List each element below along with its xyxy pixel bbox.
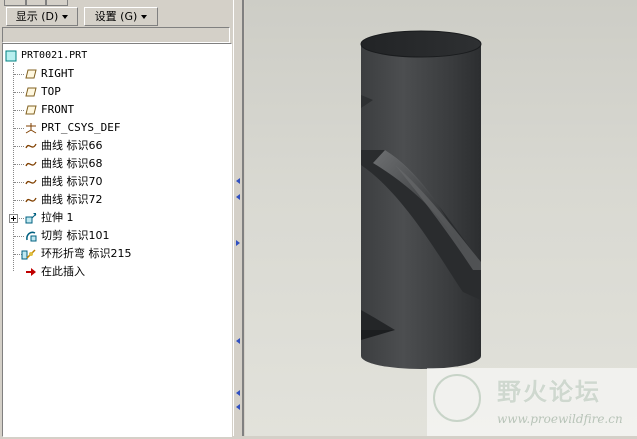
tree-item-label: 环形折弯 标识215 [41, 247, 132, 260]
tree-item-label: 曲线 标识66 [41, 139, 103, 152]
watermark: 野火论坛 www.proewildfire.cn [427, 368, 637, 436]
model-tree-toolbar: 显示 (D) 设置 (G) [0, 6, 233, 26]
curve-icon [25, 161, 37, 167]
datum-plane-icon [25, 87, 37, 97]
watermark-title: 野火论坛 [497, 378, 601, 406]
model-tree-panel: 显示 (D) 设置 (G) PRT0021.PRT RIGHT TOP FRON… [0, 0, 233, 437]
chevron-down-icon [62, 15, 69, 19]
forum-logo-icon [433, 374, 481, 422]
show-menu-label: 显示 (D) [15, 10, 59, 23]
show-menu-button[interactable]: 显示 (D) [6, 7, 78, 26]
collapse-left-arrow-icon[interactable] [236, 194, 240, 200]
tree-item-label: 曲线 标识68 [41, 157, 103, 170]
curve-icon [25, 179, 37, 185]
tree-filter-field[interactable] [2, 27, 230, 43]
part-icon [5, 50, 17, 62]
tree-item-label: RIGHT [41, 67, 75, 80]
watermark-url: www.proewildfire.cn [497, 412, 623, 426]
model-tree: PRT0021.PRT RIGHT TOP FRONT PRT_CSYS_DEF… [2, 43, 232, 437]
collapse-left-arrow-icon[interactable] [236, 338, 240, 344]
tree-item-label: PRT_CSYS_DEF [41, 121, 121, 134]
datum-plane-icon [25, 105, 37, 115]
toroidal-bend-icon [21, 249, 36, 260]
collapse-left-arrow-icon[interactable] [236, 390, 240, 396]
settings-menu-label: 设置 (G) [94, 10, 138, 23]
insert-here-arrow-icon [26, 268, 36, 276]
extrude-icon [25, 213, 37, 224]
expand-toggle[interactable] [9, 214, 18, 223]
chevron-down-icon [141, 15, 148, 19]
tree-item-label: 在此插入 [41, 265, 85, 278]
expand-right-arrow-icon[interactable] [236, 240, 240, 246]
tree-item-label: 拉伸 1 [41, 211, 74, 224]
tree-item-label: FRONT [41, 103, 75, 116]
datum-plane-icon [25, 69, 37, 79]
tree-root-label: PRT0021.PRT [21, 50, 88, 61]
tree-connector [13, 63, 14, 271]
coordinate-system-icon [25, 123, 37, 134]
tree-item-label: TOP [41, 85, 61, 98]
settings-menu-button[interactable]: 设置 (G) [84, 7, 158, 26]
cut-icon [26, 231, 37, 242]
tree-item-label: 曲线 标识70 [41, 175, 103, 188]
panel-sash[interactable] [233, 0, 245, 436]
tree-item-label: 切剪 标识101 [41, 229, 110, 242]
collapse-left-arrow-icon[interactable] [236, 178, 240, 184]
collapse-left-arrow-icon[interactable] [236, 404, 240, 410]
curve-icon [25, 143, 37, 149]
tree-item-label: 曲线 标识72 [41, 193, 103, 206]
curve-icon [25, 197, 37, 203]
